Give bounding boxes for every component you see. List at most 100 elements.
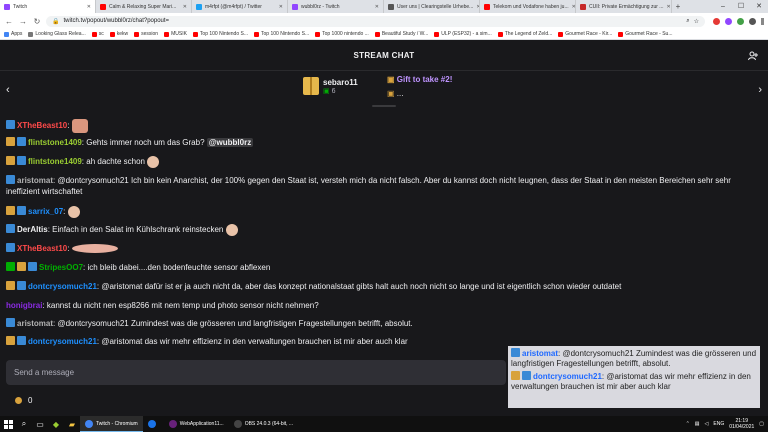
tab-close-icon[interactable]: ✕ bbox=[183, 4, 187, 10]
chevron-left-icon[interactable]: ‹ bbox=[6, 84, 10, 96]
sub-badge-icon[interactable] bbox=[6, 243, 15, 252]
zoom-icon[interactable]: ⌕ bbox=[686, 18, 689, 25]
emote-icon[interactable] bbox=[71, 119, 88, 133]
browser-tab[interactable]: Calm & Relaxing Super Mari... ✕ bbox=[96, 0, 192, 13]
gift-badge-icon[interactable] bbox=[6, 137, 15, 146]
notifications-icon[interactable]: ▢ bbox=[759, 421, 764, 427]
channel-points[interactable]: 0 bbox=[15, 396, 32, 405]
maximize-button[interactable]: ☐ bbox=[732, 0, 750, 13]
gift-badge-icon[interactable] bbox=[17, 262, 26, 271]
chat-username[interactable]: flintstone1409 bbox=[28, 157, 82, 166]
users-icon[interactable] bbox=[748, 51, 758, 61]
reload-icon[interactable]: ↻ bbox=[32, 17, 42, 26]
bookmark-item[interactable]: Top 100 Nintendo S... bbox=[254, 31, 309, 37]
chat-username[interactable]: XTheBeast10 bbox=[17, 121, 67, 130]
bookmark-item[interactable]: The Legend of Zeld... bbox=[497, 31, 552, 37]
chat-username[interactable]: StripesOO7 bbox=[39, 263, 83, 272]
bookmark-item[interactable]: Top 1000 nintendo ... bbox=[315, 31, 369, 37]
forward-icon[interactable]: → bbox=[18, 17, 28, 26]
browser-tab[interactable]: m4rfpt (@m4rfpt) / Twitter ✕ bbox=[192, 0, 288, 13]
clock[interactable]: 21:19 01/04/2021 bbox=[729, 418, 754, 430]
chat-username[interactable]: dontcrysomuch21 bbox=[28, 282, 97, 291]
windows-start-icon[interactable] bbox=[0, 416, 16, 432]
bookmark-item[interactable]: Apps bbox=[4, 31, 22, 37]
close-window-button[interactable]: ✕ bbox=[750, 0, 768, 13]
tray-arrow-icon[interactable]: ⌃ bbox=[686, 421, 690, 427]
browser-tab[interactable]: Twitch ✕ bbox=[0, 0, 96, 13]
bookmark-item[interactable]: Top 100 Nintendo S... bbox=[192, 31, 248, 37]
tab-close-icon[interactable]: ✕ bbox=[87, 4, 91, 10]
browser-tab[interactable]: wubbl0rz - Twitch ✕ bbox=[288, 0, 384, 13]
sub-badge-icon[interactable] bbox=[17, 281, 26, 290]
browser-tab[interactable]: User uns | Clearingstelle Urhebe...✕ bbox=[384, 0, 480, 13]
new-tab-button[interactable]: + bbox=[672, 0, 684, 13]
sub-badge-icon[interactable] bbox=[17, 206, 26, 216]
gift-badge-icon[interactable] bbox=[6, 336, 15, 345]
sub-badge-icon[interactable] bbox=[28, 262, 37, 271]
browser-tab[interactable]: CUII: Private Ermächtigung zur ... ✕ bbox=[576, 0, 672, 13]
bookmark-label: Gourmet Race - Kir... bbox=[565, 31, 613, 37]
sub-badge-icon[interactable] bbox=[6, 175, 15, 184]
gift-badge-icon[interactable] bbox=[6, 156, 15, 166]
chat-username[interactable]: DerAltis bbox=[17, 225, 48, 234]
gift-badge-icon[interactable] bbox=[6, 206, 15, 216]
menu-icon[interactable] bbox=[761, 17, 764, 25]
sub-badge-icon[interactable] bbox=[17, 156, 26, 166]
chat-username[interactable]: sarrix_07 bbox=[28, 207, 63, 216]
taskbar-app[interactable] bbox=[143, 416, 164, 432]
chat-input[interactable] bbox=[6, 360, 506, 385]
emote-icon[interactable] bbox=[147, 156, 160, 168]
bookmark-item[interactable]: Gourmet Race - Kir... bbox=[558, 31, 612, 37]
tab-close-icon[interactable]: ✕ bbox=[666, 4, 670, 10]
chat-username[interactable]: flintstone1409 bbox=[28, 138, 82, 147]
mod-badge-icon[interactable] bbox=[6, 262, 15, 271]
sub-badge-icon[interactable] bbox=[6, 318, 15, 327]
bookmark-item[interactable]: session bbox=[134, 31, 158, 37]
bookmark-item[interactable]: sc bbox=[91, 31, 104, 37]
back-icon[interactable]: ← bbox=[4, 17, 14, 26]
chat-username[interactable]: aristomat bbox=[17, 319, 53, 328]
gift-cta[interactable]: ▣ Gift to take #2! bbox=[387, 75, 452, 84]
bookmark-star-icon[interactable]: ☆ bbox=[694, 18, 699, 25]
extension-icon[interactable] bbox=[725, 17, 732, 25]
extension-icon[interactable] bbox=[737, 17, 744, 25]
chat-username[interactable]: honigbrai bbox=[6, 301, 42, 310]
extension-icon[interactable] bbox=[713, 17, 720, 25]
bookmark-item[interactable]: Beautiful Study / W... bbox=[374, 31, 428, 37]
file-explorer-icon[interactable]: ▰ bbox=[64, 416, 80, 432]
app-icon[interactable]: ◆ bbox=[48, 416, 64, 432]
tab-close-icon[interactable]: ✕ bbox=[279, 4, 283, 10]
emote-icon[interactable] bbox=[67, 206, 80, 218]
gift-badge-icon[interactable] bbox=[6, 281, 15, 290]
sub-badge-icon[interactable] bbox=[6, 224, 15, 234]
bookmark-item[interactable]: kekw bbox=[109, 31, 128, 37]
language-indicator[interactable]: ENG bbox=[713, 421, 724, 427]
sub-badge-icon[interactable] bbox=[17, 336, 26, 345]
sub-badge-icon[interactable] bbox=[17, 137, 26, 146]
profile-icon[interactable] bbox=[749, 17, 756, 25]
mention-chip[interactable]: @wubbl0rz bbox=[206, 138, 254, 147]
browser-tab[interactable]: Telekom und Vodafone haben ju... ✕ bbox=[480, 0, 576, 13]
network-icon[interactable]: ▤ bbox=[695, 421, 700, 427]
bookmark-item[interactable]: ULP (ESP32) - a sim... bbox=[434, 31, 492, 37]
taskbar-app[interactable]: OBS 24.0.3 (64-bit, ... bbox=[229, 416, 298, 432]
taskbar-app[interactable]: WebApplication11... bbox=[164, 416, 229, 432]
chat-username[interactable]: XTheBeast10 bbox=[17, 244, 67, 253]
bookmark-item[interactable]: MUSIK bbox=[164, 31, 187, 37]
emote-icon[interactable] bbox=[71, 244, 118, 254]
search-icon[interactable]: ⌕ bbox=[16, 416, 32, 432]
task-view-icon[interactable]: ▭ bbox=[32, 416, 48, 432]
emote-icon[interactable] bbox=[225, 224, 238, 236]
chevron-right-icon[interactable]: › bbox=[758, 84, 762, 96]
volume-icon[interactable]: ◁ bbox=[705, 421, 709, 427]
chat-username[interactable]: dontcrysomuch21 bbox=[28, 337, 97, 346]
url-bar[interactable]: 🔒 twitch.tv/popout/wubbl0rz/chat?popout=… bbox=[46, 15, 705, 27]
minimize-button[interactable]: – bbox=[714, 0, 732, 13]
sub-badge-icon[interactable] bbox=[6, 120, 15, 130]
top-gifter[interactable]: sebaro11 ▣ 6 bbox=[303, 77, 358, 95]
chat-username[interactable]: aristomat bbox=[17, 176, 53, 185]
bookmark-item[interactable]: Gourmet Race - Su... bbox=[618, 31, 673, 37]
bookmark-item[interactable]: Looking Glass Relea... bbox=[28, 31, 86, 37]
tab-close-icon[interactable]: ✕ bbox=[375, 4, 379, 10]
taskbar-app[interactable]: Twitch - Chromium bbox=[80, 416, 143, 432]
